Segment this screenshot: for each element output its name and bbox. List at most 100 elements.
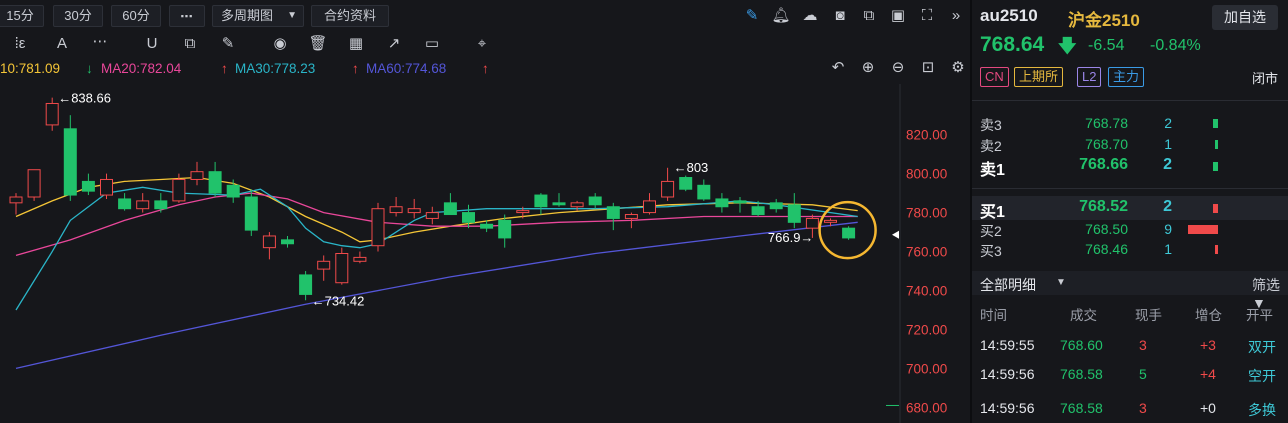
bid-row[interactable]: 买2 768.50 9 bbox=[972, 219, 1288, 239]
trade-row[interactable]: 14:59:56 768.58 3 +0 多换 bbox=[972, 398, 1288, 423]
comment-icon[interactable]: ▭ bbox=[422, 35, 442, 53]
ask-row[interactable]: 卖3 768.78 2 bbox=[972, 113, 1288, 133]
candle-down[interactable] bbox=[480, 223, 494, 229]
camera-icon[interactable]: ◙ bbox=[830, 7, 850, 25]
candle-down[interactable] bbox=[769, 202, 783, 210]
settings-icon[interactable]: ⚙ bbox=[948, 59, 968, 77]
candle-down[interactable] bbox=[697, 184, 711, 200]
candle-up[interactable] bbox=[661, 180, 675, 198]
candle-up[interactable] bbox=[9, 196, 23, 204]
ask-price: 768.66 bbox=[1079, 156, 1128, 173]
col-qty: 现手 bbox=[1135, 308, 1162, 323]
candle-down[interactable] bbox=[244, 196, 258, 231]
timeframe-15m-button[interactable]: 15分 bbox=[0, 5, 44, 27]
monitor-icon[interactable]: ▣ bbox=[888, 7, 908, 25]
candle-down[interactable] bbox=[498, 219, 512, 239]
candle-up[interactable] bbox=[317, 260, 331, 270]
timeframe-30m-button[interactable]: 30分 bbox=[53, 5, 103, 27]
candle-down[interactable] bbox=[118, 198, 132, 210]
trash-icon[interactable]: 🗑︎ bbox=[308, 35, 328, 53]
candle-down[interactable] bbox=[443, 202, 457, 216]
tag-cn: CN bbox=[980, 67, 1009, 87]
candle-up[interactable] bbox=[335, 253, 349, 284]
fullscreen-icon[interactable]: ⛶ bbox=[917, 7, 937, 25]
candle-up[interactable] bbox=[407, 208, 421, 214]
pencil-icon[interactable]: ✎ bbox=[742, 7, 762, 25]
candle-down[interactable] bbox=[552, 202, 566, 206]
candle-up[interactable] bbox=[516, 210, 530, 214]
collapse-panel-icon[interactable]: » bbox=[946, 7, 966, 25]
candle-down[interactable] bbox=[588, 196, 602, 206]
ask-row[interactable]: 卖2 768.70 1 bbox=[972, 134, 1288, 154]
bid-row-best[interactable]: 买1 768.52 2 bbox=[972, 196, 1288, 221]
timeframe-60m-button[interactable]: 60分 bbox=[111, 5, 161, 27]
candle-up[interactable] bbox=[190, 171, 204, 180]
export-icon[interactable]: ↗ bbox=[384, 35, 404, 53]
bid-price: 768.50 bbox=[1085, 221, 1128, 237]
fib-icon[interactable]: ⁞ε bbox=[10, 35, 30, 53]
undo-icon[interactable]: ↶ bbox=[828, 59, 848, 77]
candle-up[interactable] bbox=[136, 200, 150, 210]
ask-row-best[interactable]: 卖1 768.66 2 bbox=[972, 154, 1288, 179]
candle-down[interactable] bbox=[606, 206, 620, 219]
trade-details-header[interactable]: 全部明细 ▼ 筛选▼ bbox=[972, 271, 1288, 311]
candle-down[interactable] bbox=[842, 227, 856, 239]
duplicate-icon[interactable]: ⧉ bbox=[180, 35, 200, 53]
candle-up[interactable] bbox=[100, 178, 113, 196]
trade-row[interactable]: 14:59:55 768.60 3 +3 双开 bbox=[972, 335, 1288, 361]
ma-line-ma60 bbox=[15, 221, 858, 370]
candle-down[interactable] bbox=[751, 206, 765, 216]
candle-up[interactable] bbox=[624, 214, 638, 219]
trade-qty: 5 bbox=[1139, 366, 1147, 382]
candle-down[interactable] bbox=[226, 184, 240, 198]
more-timeframes-button[interactable]: ▪▪▪ bbox=[169, 5, 205, 27]
candle-down[interactable] bbox=[63, 128, 77, 196]
candle-down[interactable] bbox=[715, 198, 729, 208]
copy-icon[interactable]: ⧉ bbox=[859, 7, 879, 25]
more-tools-icon[interactable]: ⋯ bbox=[90, 33, 110, 51]
candle-down[interactable] bbox=[462, 212, 475, 223]
candle-up[interactable] bbox=[643, 200, 656, 214]
candle-up[interactable] bbox=[570, 202, 584, 208]
zoom-out-icon[interactable]: ⊖ bbox=[888, 59, 908, 77]
candle-down[interactable] bbox=[679, 177, 693, 190]
candle-down[interactable] bbox=[208, 171, 222, 194]
candle-down[interactable] bbox=[534, 194, 548, 208]
candle-up[interactable] bbox=[45, 102, 59, 126]
ruler-icon[interactable]: ⌖ bbox=[472, 35, 492, 53]
candle-down[interactable] bbox=[154, 200, 168, 210]
cloud-icon[interactable]: ☁ bbox=[800, 7, 820, 25]
candle-up[interactable] bbox=[805, 217, 819, 229]
candle-down[interactable] bbox=[733, 200, 747, 204]
magnet-icon[interactable]: U bbox=[142, 35, 162, 53]
candle-up[interactable] bbox=[353, 256, 367, 262]
candle-down[interactable] bbox=[299, 274, 313, 295]
candle-down[interactable] bbox=[281, 239, 294, 245]
candle-up[interactable] bbox=[262, 235, 276, 249]
bid-row[interactable]: 买3 768.46 1 bbox=[972, 239, 1288, 259]
trade-row[interactable]: 14:59:56 768.58 5 +4 空开 bbox=[972, 364, 1288, 390]
candle-up[interactable] bbox=[425, 212, 439, 219]
candle-up[interactable] bbox=[172, 178, 186, 202]
candle-up[interactable] bbox=[389, 206, 403, 214]
candlestick-chart[interactable]: 820.00 800.00 780.00 760.00 740.00 720.00 700.… bbox=[0, 84, 970, 423]
edit-icon[interactable]: ✎ bbox=[218, 35, 238, 53]
candle-up[interactable] bbox=[27, 169, 41, 198]
eye-icon[interactable]: ◉ bbox=[270, 35, 290, 53]
trade-qty: 3 bbox=[1139, 400, 1147, 416]
candle-down[interactable] bbox=[81, 180, 95, 192]
add-watchlist-button[interactable]: 加自选 bbox=[1212, 5, 1278, 30]
candle-up[interactable] bbox=[824, 219, 837, 223]
bell-icon[interactable]: 🔔︎ bbox=[771, 7, 791, 25]
text-tool-icon[interactable]: A bbox=[52, 35, 72, 53]
candle-up[interactable] bbox=[371, 208, 385, 247]
grid-icon[interactable]: ▦ bbox=[346, 35, 366, 53]
chevron-down-icon: ▼ bbox=[1056, 277, 1066, 288]
filter-label: 筛选 bbox=[1252, 277, 1280, 293]
reset-icon[interactable]: ⊡ bbox=[918, 59, 938, 77]
trade-oi: +4 bbox=[1200, 366, 1216, 382]
contract-info-button[interactable]: 合约资料 bbox=[311, 5, 389, 27]
zoom-in-icon[interactable]: ⊕ bbox=[858, 59, 878, 77]
candle-down[interactable] bbox=[787, 204, 801, 223]
multi-period-dropdown[interactable]: 多周期图 ▼ bbox=[212, 5, 304, 27]
